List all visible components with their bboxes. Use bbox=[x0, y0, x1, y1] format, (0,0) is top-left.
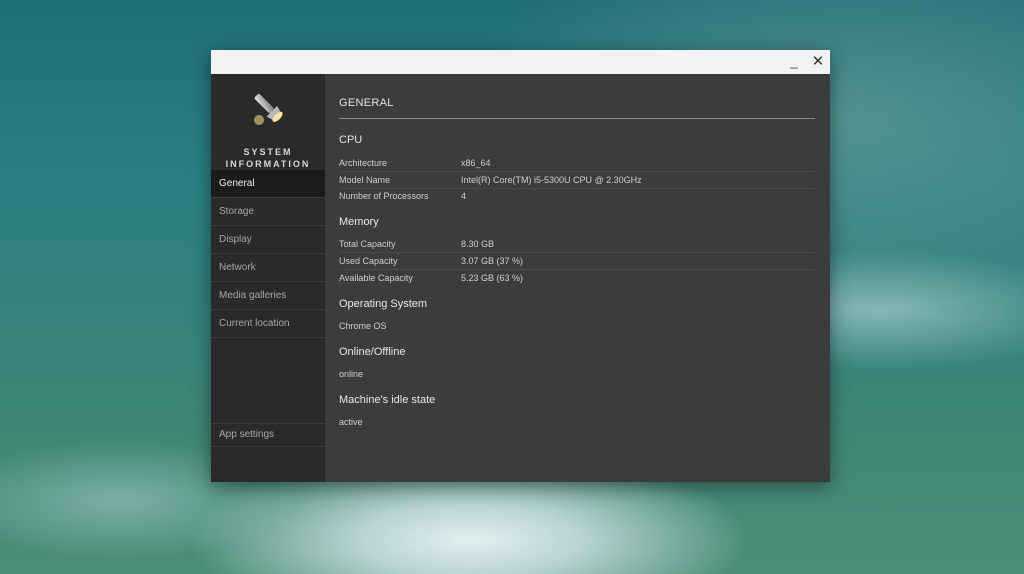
info-key: Number of Processors bbox=[339, 191, 429, 201]
sidebar: SYSTEM INFORMATION General Storage Displ… bbox=[211, 74, 325, 482]
section-heading-online-offline: Online/Offline bbox=[339, 346, 406, 358]
idle-state-value: active bbox=[339, 417, 363, 427]
logo-line-information: INFORMATION bbox=[225, 159, 311, 169]
main-content: GENERAL CPU Architecture x86_64 Model Na… bbox=[339, 74, 815, 482]
section-heading-cpu: CPU bbox=[339, 134, 363, 146]
info-key: Architecture bbox=[339, 158, 388, 168]
info-value: 3.07 GB (37 %) bbox=[461, 256, 524, 266]
title-bar[interactable]: _ ✕ bbox=[211, 50, 830, 74]
sidebar-nav: General Storage Display Network Media ga… bbox=[211, 170, 325, 338]
online-status-value: online bbox=[339, 369, 364, 379]
os-value: Chrome OS bbox=[339, 321, 387, 331]
info-row: Architecture x86_64 bbox=[339, 155, 815, 172]
info-row: Model Name Intel(R) Core(TM) i5-5300U CP… bbox=[339, 172, 815, 189]
sidebar-item-app-settings[interactable]: App settings bbox=[211, 423, 325, 447]
title-divider bbox=[339, 118, 815, 119]
info-value: x86_64 bbox=[461, 158, 491, 168]
info-row: Available Capacity 5.23 GB (63 %) bbox=[339, 270, 815, 286]
system-information-window: _ ✕ SYSTEM INFORMATION General Storage D… bbox=[211, 50, 830, 482]
info-key: Used Capacity bbox=[339, 256, 398, 266]
app-logo: SYSTEM INFORMATION bbox=[211, 89, 325, 169]
app-logo-text: SYSTEM INFORMATION bbox=[211, 146, 325, 170]
section-heading-memory: Memory bbox=[339, 216, 379, 228]
info-value: Intel(R) Core(TM) i5-5300U CPU @ 2.30GHz bbox=[461, 175, 642, 185]
info-row: Used Capacity 3.07 GB (37 %) bbox=[339, 253, 815, 270]
info-value: 5.23 GB (63 %) bbox=[461, 273, 524, 283]
sidebar-item-current-location[interactable]: Current location bbox=[211, 310, 325, 338]
sidebar-item-general[interactable]: General bbox=[211, 170, 325, 198]
info-key: Model Name bbox=[339, 175, 391, 185]
close-button[interactable]: ✕ bbox=[808, 52, 828, 72]
info-value: 8.30 GB bbox=[461, 239, 495, 249]
info-value: 4 bbox=[461, 191, 467, 201]
info-row: Total Capacity 8.30 GB bbox=[339, 236, 815, 253]
sidebar-item-network[interactable]: Network bbox=[211, 254, 325, 282]
info-row: Number of Processors 4 bbox=[339, 188, 815, 204]
info-key: Available Capacity bbox=[339, 273, 413, 283]
minimize-button[interactable]: _ bbox=[784, 52, 804, 72]
logo-line-system: SYSTEM bbox=[243, 147, 293, 157]
page-title: GENERAL bbox=[339, 97, 394, 109]
sidebar-item-display[interactable]: Display bbox=[211, 226, 325, 254]
info-key: Total Capacity bbox=[339, 239, 396, 249]
section-heading-operating-system: Operating System bbox=[339, 298, 428, 310]
flashlight-icon bbox=[254, 93, 283, 125]
sidebar-item-storage[interactable]: Storage bbox=[211, 198, 325, 226]
sidebar-item-media-galleries[interactable]: Media galleries bbox=[211, 282, 325, 310]
section-heading-idle-state: Machine's idle state bbox=[339, 394, 436, 406]
